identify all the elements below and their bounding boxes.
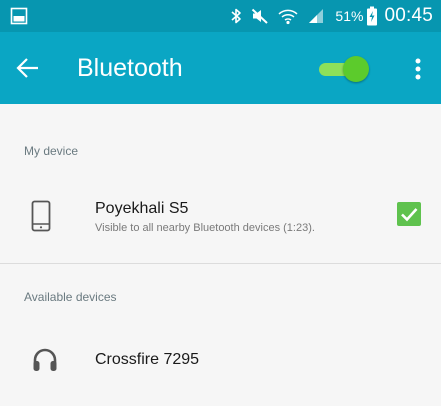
visibility-checkbox[interactable] [397,202,421,226]
signal-icon [307,7,325,25]
gallery-icon [10,7,28,25]
toggle-thumb [343,56,369,82]
available-devices-section-label: Available devices [24,290,117,304]
headphones-icon [33,348,57,371]
status-icons: 51% 00:45 [221,0,433,32]
page-title: Bluetooth [77,54,183,82]
phone-icon [31,200,51,232]
bluetooth-toggle[interactable] [319,56,369,82]
battery-percent: 51% [335,8,364,24]
section-divider [0,263,441,264]
app-bar: Bluetooth [0,32,441,104]
battery-charging-icon [366,6,378,26]
my-device-status: Visible to all nearby Bluetooth devices … [95,222,315,234]
mute-icon [251,7,269,25]
available-device-row[interactable]: Crossfire 7295 [0,330,441,390]
status-bar: 51% 00:45 [0,0,441,32]
available-device-name: Crossfire 7295 [95,351,200,368]
checkmark-icon [401,208,418,222]
clock: 00:45 [384,5,433,26]
wifi-icon [277,7,299,25]
back-arrow-icon[interactable] [14,54,42,82]
my-device-name: Poyekhali S5 [95,200,189,217]
bluetooth-icon [229,7,243,25]
overflow-menu-icon[interactable] [408,55,428,83]
my-device-section-label: My device [24,144,79,158]
my-device-row[interactable]: Poyekhali S5 Visible to all nearby Bluet… [0,180,441,250]
